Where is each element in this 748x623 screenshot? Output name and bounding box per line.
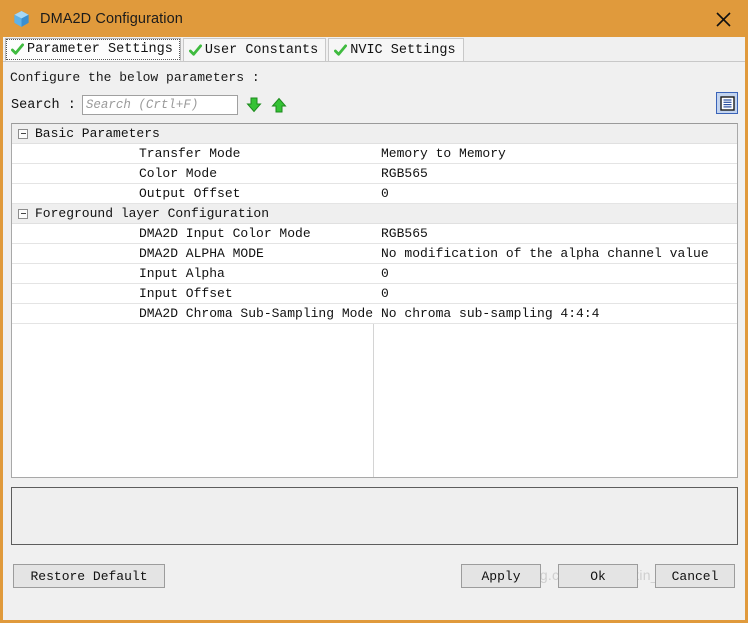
ok-button[interactable]: Ok <box>558 564 638 588</box>
apply-button[interactable]: Apply <box>461 564 541 588</box>
arrow-down-icon[interactable] <box>245 96 263 114</box>
search-bar: Search : <box>3 90 745 120</box>
restore-default-button[interactable]: Restore Default <box>13 564 165 588</box>
parameter-value[interactable]: 0 <box>373 286 737 301</box>
parameter-value[interactable]: No modification of the alpha channel val… <box>373 246 737 261</box>
table-row[interactable]: Color Mode RGB565 <box>12 164 737 184</box>
dma2d-configuration-window: DMA2D Configuration Parameter Settings U… <box>0 0 748 623</box>
green-check-icon <box>11 43 24 55</box>
green-check-icon <box>188 43 202 56</box>
collapse-toggle-icon[interactable] <box>18 208 28 219</box>
tree-group-header[interactable]: Basic Parameters <box>12 124 737 144</box>
parameter-name: Output Offset <box>139 186 241 201</box>
tab-bar: Parameter Settings User Constants NVIC S… <box>3 37 745 62</box>
tab-nvic-settings[interactable]: NVIC Settings <box>328 38 464 61</box>
parameter-name: Input Alpha <box>139 266 225 281</box>
close-button[interactable] <box>708 4 738 34</box>
window-title: DMA2D Configuration <box>40 10 183 27</box>
tab-label: NVIC Settings <box>350 42 456 58</box>
table-row[interactable]: Output Offset 0 <box>12 184 737 204</box>
list-view-toggle-button[interactable] <box>716 92 738 114</box>
group-label: Basic Parameters <box>35 126 160 141</box>
parameter-value[interactable]: No chroma sub-sampling 4:4:4 <box>373 306 737 321</box>
parameter-name: Input Offset <box>139 286 233 301</box>
list-view-icon <box>719 95 735 111</box>
search-input[interactable] <box>81 95 238 115</box>
parameter-value[interactable]: Memory to Memory <box>373 146 737 161</box>
tree-group-header[interactable]: Foreground layer Configuration <box>12 204 737 224</box>
table-row[interactable]: DMA2D Input Color Mode RGB565 <box>12 224 737 244</box>
collapse-toggle-icon[interactable] <box>18 128 28 139</box>
table-row[interactable]: Transfer Mode Memory to Memory <box>12 144 737 164</box>
parameter-value[interactable]: RGB565 <box>373 226 737 241</box>
cancel-button[interactable]: Cancel <box>655 564 735 588</box>
parameter-name: DMA2D Chroma Sub-Sampling Mode <box>139 306 374 321</box>
parameter-name: DMA2D Input Color Mode <box>139 226 311 241</box>
description-panel <box>11 487 738 545</box>
parameter-value[interactable]: 0 <box>373 186 737 201</box>
group-label: Foreground layer Configuration <box>35 206 270 221</box>
parameter-name: Transfer Mode <box>139 146 241 161</box>
arrow-up-icon[interactable] <box>270 96 288 114</box>
table-row[interactable]: DMA2D ALPHA MODE No modification of the … <box>12 244 737 264</box>
tab-label: User Constants <box>204 42 319 58</box>
table-row[interactable]: Input Offset 0 <box>12 284 737 304</box>
parameter-value[interactable]: RGB565 <box>373 166 737 181</box>
green-check-icon <box>334 43 348 56</box>
table-row[interactable]: Input Alpha 0 <box>12 264 737 284</box>
parameter-name: Color Mode <box>139 166 218 181</box>
title-bar: DMA2D Configuration <box>3 0 745 37</box>
tab-label: Parameter Settings <box>27 42 173 57</box>
cube-icon <box>14 10 29 27</box>
parameter-name: DMA2D ALPHA MODE <box>139 246 264 261</box>
close-icon <box>715 11 731 27</box>
tab-user-constants[interactable]: User Constants <box>182 38 327 61</box>
tab-parameter-settings[interactable]: Parameter Settings <box>5 38 181 61</box>
search-label: Search : <box>11 97 76 113</box>
table-row[interactable]: DMA2D Chroma Sub-Sampling Mode No chroma… <box>12 304 737 324</box>
parameter-tree[interactable]: Basic Parameters Transfer Mode Memory to… <box>11 123 738 478</box>
instruction-text: Configure the below parameters : <box>10 70 260 85</box>
parameter-value[interactable]: 0 <box>373 266 737 281</box>
button-bar: https://blog.csdn.net/weixin_47681134 Re… <box>3 556 745 596</box>
